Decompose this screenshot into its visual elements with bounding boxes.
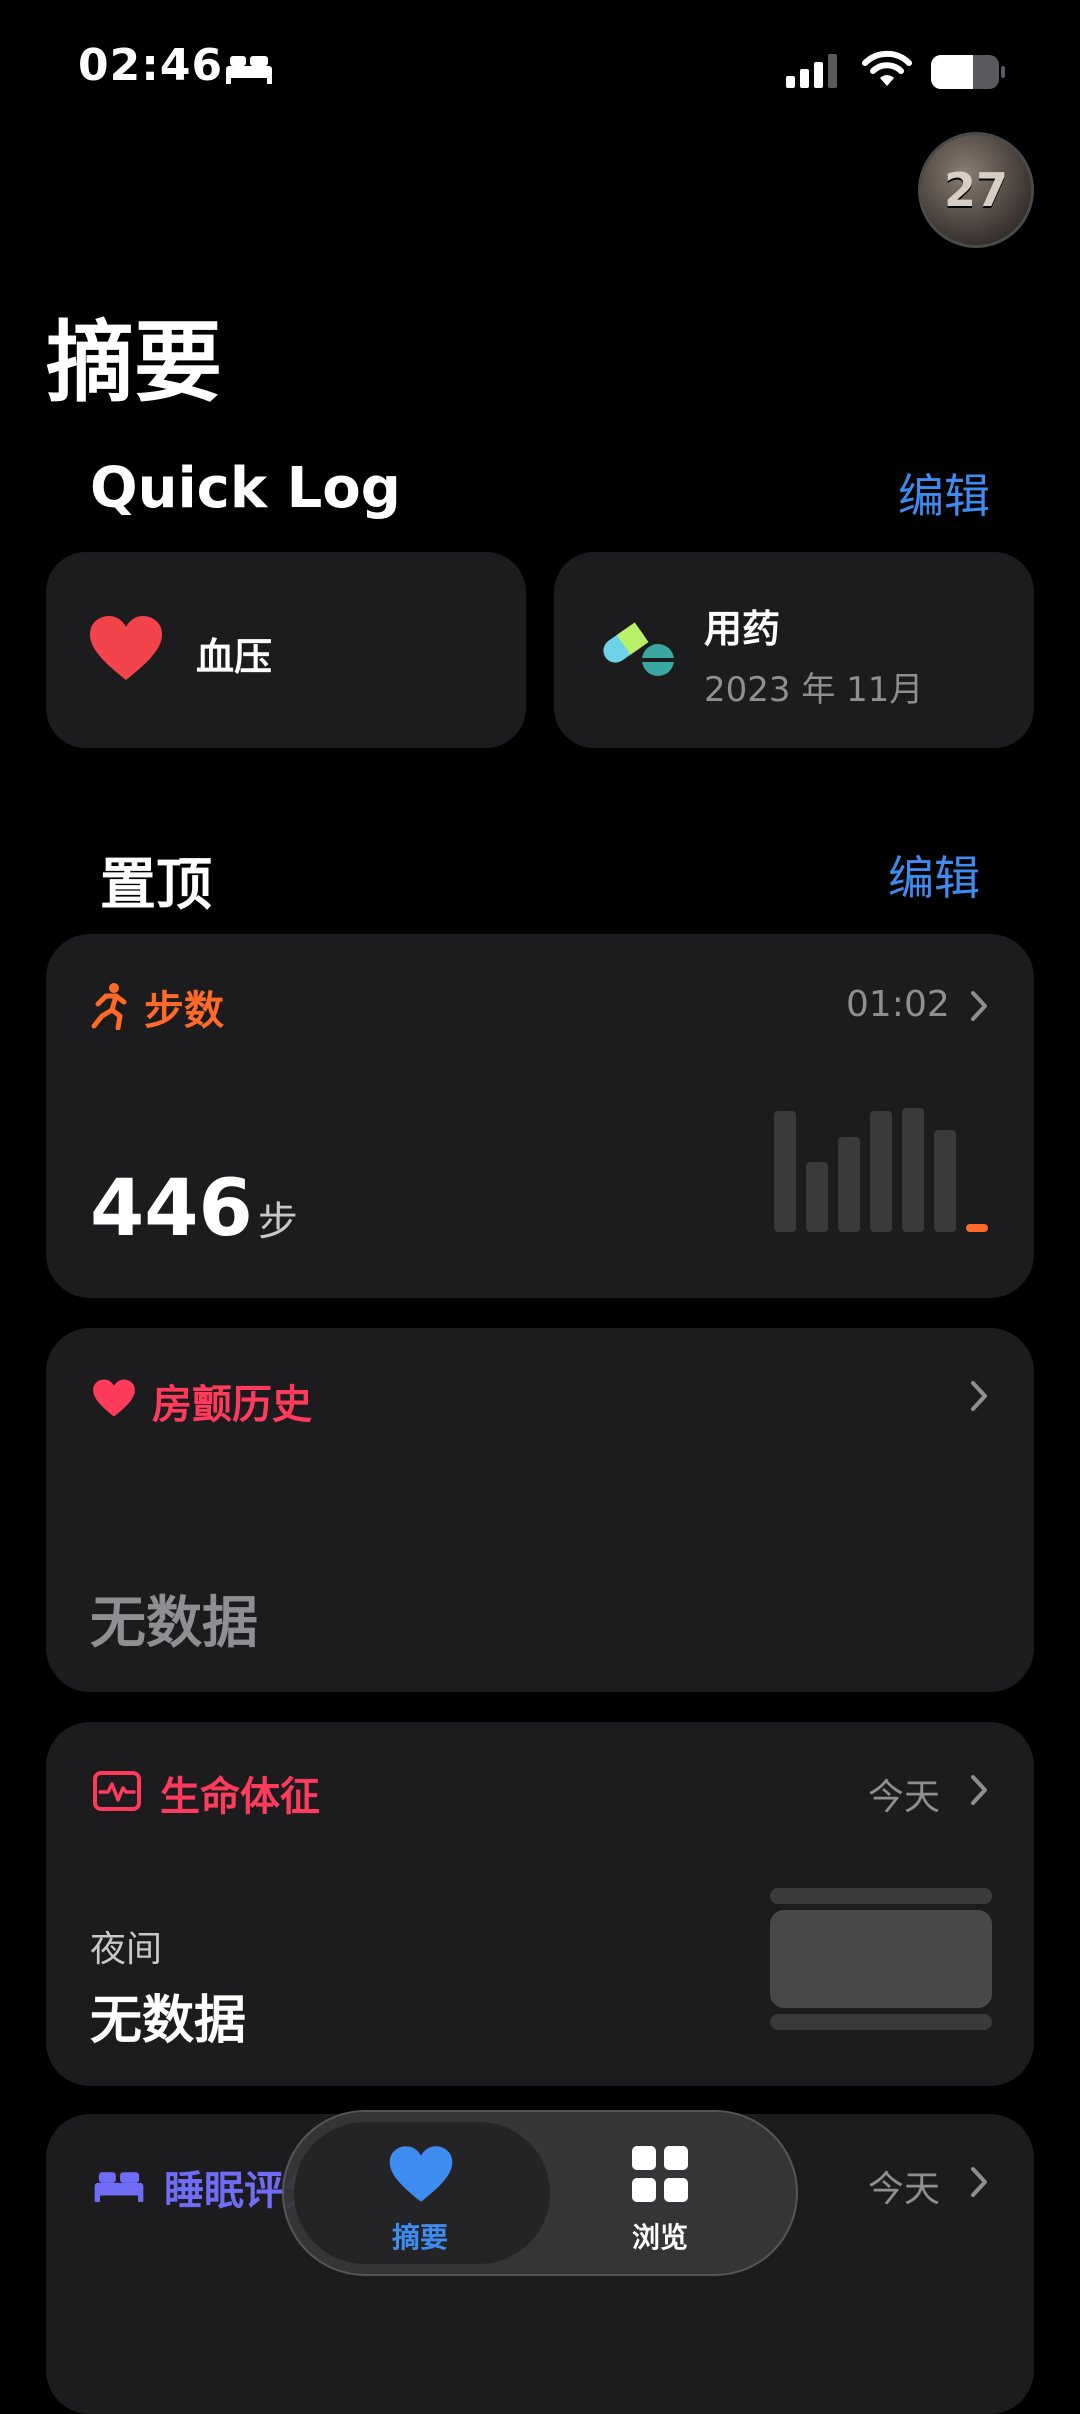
tab-summary[interactable]: 摘要 <box>294 2122 550 2264</box>
afib-title: 房颤历史 <box>152 1382 312 1428</box>
bed-icon <box>94 2172 144 2202</box>
steps-time: 01:02 <box>846 984 950 1025</box>
cellular-signal-icon <box>786 54 837 88</box>
pill-icon <box>603 622 674 676</box>
pinned-edit-button[interactable]: 编辑 <box>888 842 980 908</box>
steps-bar <box>902 1108 924 1232</box>
sleep-time: 今天 <box>868 2169 941 2210</box>
steps-bar <box>838 1137 860 1232</box>
steps-mini-chart <box>774 1094 996 1232</box>
quick-log-sublabel: 2023 年 11月 <box>704 670 924 710</box>
quick-log-label: 用药 <box>704 607 781 651</box>
steps-unit: 步 <box>257 1199 298 1245</box>
afib-history-card[interactable]: 房颤历史 无数据 <box>46 1328 1034 1692</box>
vitals-no-data: 无数据 <box>90 1991 247 2051</box>
profile-avatar[interactable]: 27 <box>918 132 1034 248</box>
wifi-icon <box>862 50 912 86</box>
quick-log-label: 血压 <box>196 635 273 679</box>
steps-bar <box>774 1111 796 1232</box>
quick-log-blood-pressure[interactable]: 血压 <box>46 552 526 748</box>
steps-value-row: 446 步 <box>90 1164 298 1254</box>
bed-icon <box>226 56 272 84</box>
steps-title: 步数 <box>144 988 224 1034</box>
battery-icon <box>931 55 1005 89</box>
chevron-right-icon <box>971 991 987 1021</box>
tab-label: 摘要 <box>392 2221 449 2254</box>
running-figure-icon <box>91 983 127 1030</box>
vitals-placeholder-bottom <box>770 2014 992 2030</box>
heart-icon <box>90 616 162 680</box>
vitals-card[interactable]: 生命体征 今天 夜间 无数据 <box>46 1722 1034 2086</box>
steps-bar <box>934 1130 956 1232</box>
vitals-period: 夜间 <box>90 1929 163 1970</box>
quick-log-title: Quick Log <box>90 456 401 521</box>
steps-value: 446 <box>90 1164 253 1254</box>
quick-log-medication[interactable]: 用药 2023 年 11月 <box>554 552 1034 748</box>
heart-icon <box>389 2146 453 2202</box>
avatar-text: 27 <box>943 163 1008 217</box>
chevron-right-icon <box>971 1775 987 1805</box>
heart-icon <box>93 1379 135 1417</box>
page-title: 摘要 <box>46 311 223 414</box>
tab-label: 浏览 <box>632 2221 689 2254</box>
quick-log-edit-button[interactable]: 编辑 <box>898 460 990 526</box>
afib-no-data: 无数据 <box>90 1591 258 1656</box>
chevron-right-icon <box>971 1381 987 1411</box>
pinned-title: 置顶 <box>100 853 212 918</box>
steps-bar <box>806 1162 828 1232</box>
vitals-placeholder-chart <box>770 1910 992 2008</box>
tab-browse[interactable]: 浏览 <box>590 2122 760 2264</box>
vitals-title: 生命体征 <box>160 1774 320 1820</box>
vitals-monitor-icon <box>93 1771 141 1811</box>
steps-card[interactable]: 步数 01:02 446 步 <box>46 934 1034 1298</box>
vitals-placeholder-top <box>770 1888 992 1904</box>
grid-icon <box>632 2146 688 2202</box>
steps-bar <box>870 1111 892 1232</box>
chevron-right-icon <box>971 2167 987 2197</box>
status-time: 02:46 <box>78 40 224 91</box>
steps-bar <box>966 1224 988 1232</box>
vitals-time: 今天 <box>868 1777 941 1818</box>
